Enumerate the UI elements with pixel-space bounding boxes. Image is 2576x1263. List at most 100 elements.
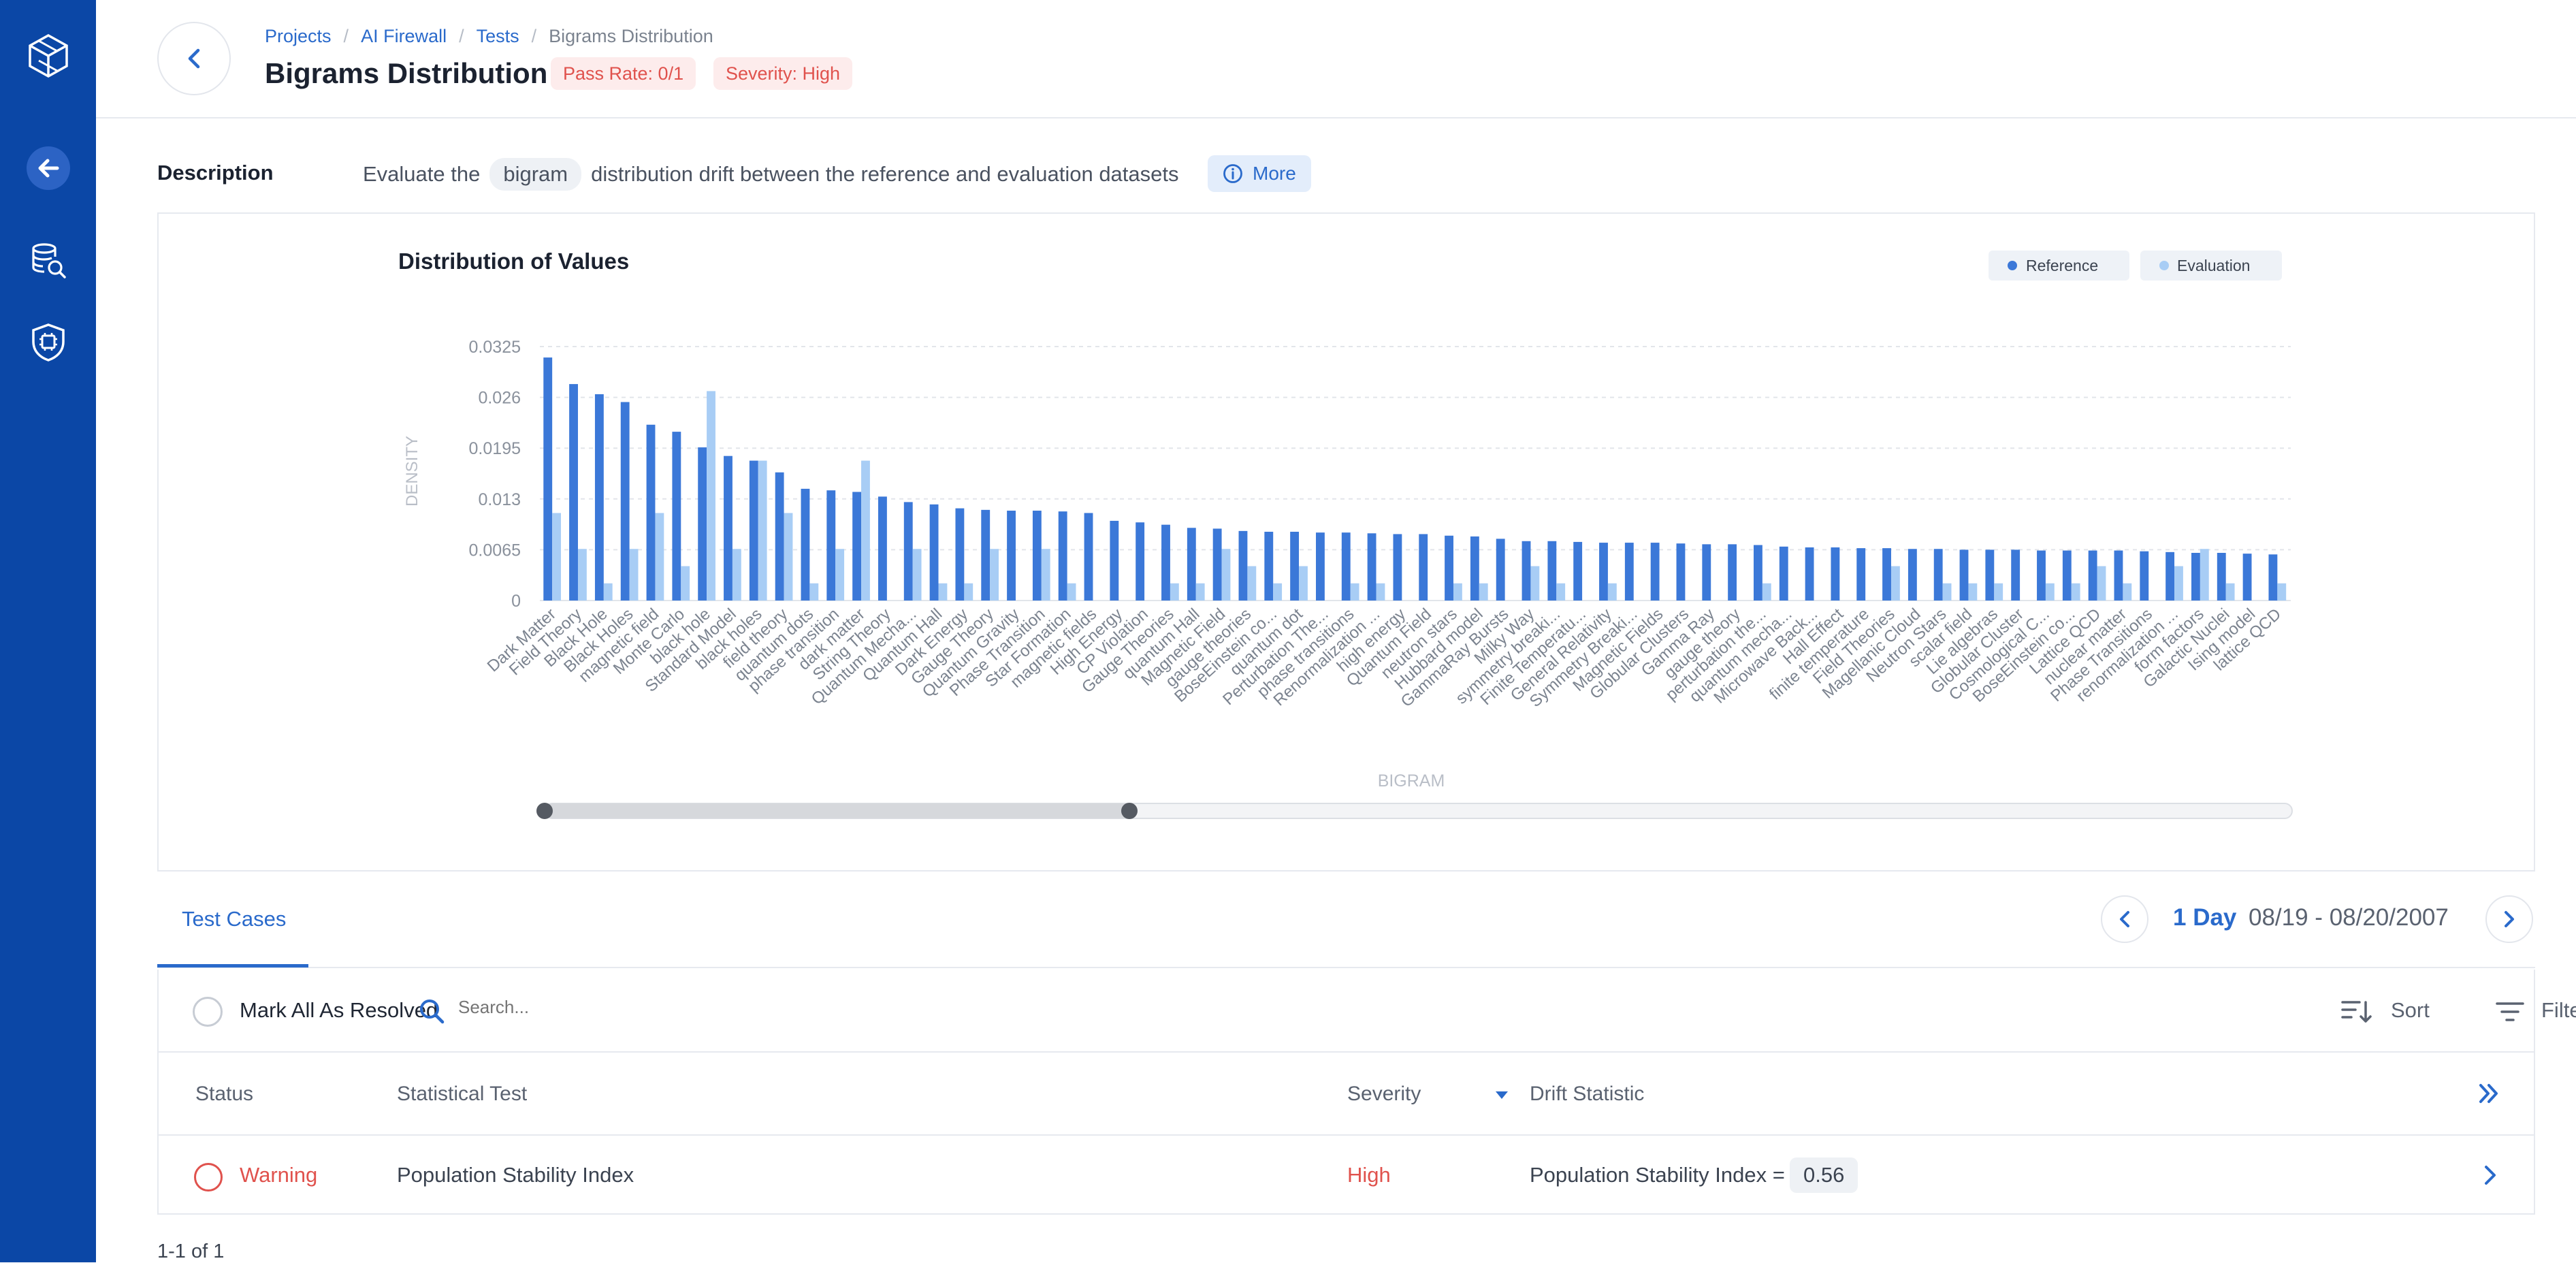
bar-evaluation[interactable] <box>707 391 715 601</box>
bar-reference[interactable] <box>1882 548 1891 601</box>
bar-reference[interactable] <box>1676 543 1686 601</box>
bar-reference[interactable] <box>1805 547 1814 601</box>
bar-evaluation[interactable] <box>1273 583 1283 601</box>
bar-reference[interactable] <box>1212 528 1222 601</box>
bar-evaluation[interactable] <box>2277 583 2287 601</box>
bar-evaluation[interactable] <box>1299 566 1308 601</box>
bar-reference[interactable] <box>981 509 991 601</box>
bar-evaluation[interactable] <box>681 566 690 601</box>
breadcrumb-tests[interactable]: Tests <box>477 26 519 47</box>
bar-evaluation[interactable] <box>1762 583 1771 601</box>
bar-reference[interactable] <box>775 472 784 601</box>
bar-reference[interactable] <box>1522 541 1531 601</box>
bar-reference[interactable] <box>1599 543 1608 601</box>
bar-reference[interactable] <box>569 384 578 601</box>
more-button[interactable]: More <box>1208 155 1311 192</box>
bar-reference[interactable] <box>1007 511 1016 601</box>
sort-button[interactable]: Sort <box>2391 998 2430 1023</box>
bar-reference[interactable] <box>620 402 630 601</box>
bar-reference[interactable] <box>1136 522 1145 601</box>
bar-evaluation[interactable] <box>938 583 948 601</box>
bar-reference[interactable] <box>1728 544 1737 601</box>
back-button[interactable] <box>157 22 231 95</box>
bar-evaluation[interactable] <box>2045 583 2055 601</box>
chevron-right-icon[interactable] <box>2480 1163 2500 1187</box>
column-status[interactable]: Status <box>195 1083 253 1106</box>
filter-button[interactable]: Filter <box>2541 998 2576 1023</box>
mark-all-label[interactable]: Mark All As Resolved <box>240 998 438 1023</box>
bar-reference[interactable] <box>1547 541 1557 601</box>
bar-reference[interactable] <box>1754 545 1762 601</box>
bar-reference[interactable] <box>2011 549 2020 601</box>
bar-evaluation[interactable] <box>1479 583 1488 601</box>
bar-reference[interactable] <box>1393 534 1402 601</box>
bar-evaluation[interactable] <box>552 513 562 601</box>
bar-reference[interactable] <box>1419 534 1428 601</box>
bar-evaluation[interactable] <box>1067 583 1076 601</box>
database-search-icon[interactable] <box>0 238 96 283</box>
date-span[interactable]: 1 Day <box>2173 904 2236 931</box>
bar-evaluation[interactable] <box>1968 583 1978 601</box>
bar-reference[interactable] <box>1238 530 1248 601</box>
bar-evaluation[interactable] <box>1221 549 1231 601</box>
bar-evaluation[interactable] <box>1994 583 2003 601</box>
bar-reference[interactable] <box>1032 511 1042 601</box>
bar-evaluation[interactable] <box>2174 566 2183 601</box>
bar-reference[interactable] <box>929 504 939 601</box>
bar-reference[interactable] <box>878 496 887 601</box>
bar-reference[interactable] <box>2166 551 2175 601</box>
bar-reference[interactable] <box>672 432 681 601</box>
column-drift-statistic[interactable]: Drift Statistic <box>1530 1083 1644 1106</box>
bar-reference[interactable] <box>543 357 553 601</box>
bar-reference[interactable] <box>2191 552 2200 601</box>
bar-reference[interactable] <box>2037 550 2046 601</box>
table-row[interactable]: Warning Population Stability Index High … <box>157 1136 2535 1215</box>
shield-chip-icon[interactable] <box>0 320 96 365</box>
bar-reference[interactable] <box>2062 550 2072 601</box>
bar-reference[interactable] <box>2268 554 2278 601</box>
bar-evaluation[interactable] <box>1350 583 1359 601</box>
bar-reference[interactable] <box>852 492 862 601</box>
bar-evaluation[interactable] <box>655 513 664 601</box>
bar-reference[interactable] <box>698 447 707 601</box>
search-input[interactable] <box>458 997 867 1018</box>
slider-handle-start[interactable] <box>536 803 553 819</box>
bar-evaluation[interactable] <box>758 460 767 601</box>
bar-reference[interactable] <box>1187 528 1196 601</box>
bar-reference[interactable] <box>955 508 965 601</box>
bar-evaluation[interactable] <box>2123 583 2132 601</box>
bar-evaluation[interactable] <box>1247 566 1257 601</box>
bar-evaluation[interactable] <box>2097 566 2106 601</box>
bar-evaluation[interactable] <box>1041 549 1050 601</box>
bar-evaluation[interactable] <box>964 583 973 601</box>
bar-evaluation[interactable] <box>1890 566 1900 601</box>
bar-evaluation[interactable] <box>1195 583 1205 601</box>
bar-evaluation[interactable] <box>861 460 870 601</box>
column-severity[interactable]: Severity <box>1347 1083 1421 1106</box>
bar-reference[interactable] <box>903 502 913 601</box>
bar-evaluation[interactable] <box>603 583 613 601</box>
bar-reference[interactable] <box>724 455 732 601</box>
bar-reference[interactable] <box>1445 535 1453 601</box>
bar-reference[interactable] <box>1856 548 1866 601</box>
bar-reference[interactable] <box>1831 547 1840 601</box>
bar-evaluation[interactable] <box>1607 583 1617 601</box>
bar-evaluation[interactable] <box>1453 583 1462 601</box>
bar-evaluation[interactable] <box>2200 549 2209 601</box>
bar-evaluation[interactable] <box>912 549 922 601</box>
next-day-button[interactable] <box>2485 895 2533 943</box>
bar-evaluation[interactable] <box>835 549 845 601</box>
bar-reference[interactable] <box>1702 544 1711 601</box>
bar-evaluation[interactable] <box>809 583 819 601</box>
bar-evaluation[interactable] <box>577 549 587 601</box>
bar-reference[interactable] <box>1058 511 1067 601</box>
bar-reference[interactable] <box>2114 550 2123 601</box>
bar-reference[interactable] <box>1496 539 1505 601</box>
bar-reference[interactable] <box>1084 513 1093 601</box>
bar-reference[interactable] <box>1779 546 1788 601</box>
tab-test-cases[interactable]: Test Cases <box>182 907 286 931</box>
bar-reference[interactable] <box>1907 549 1917 601</box>
bar-reference[interactable] <box>1110 520 1119 601</box>
bar-reference[interactable] <box>1470 536 1479 601</box>
bar-reference[interactable] <box>1290 532 1300 601</box>
